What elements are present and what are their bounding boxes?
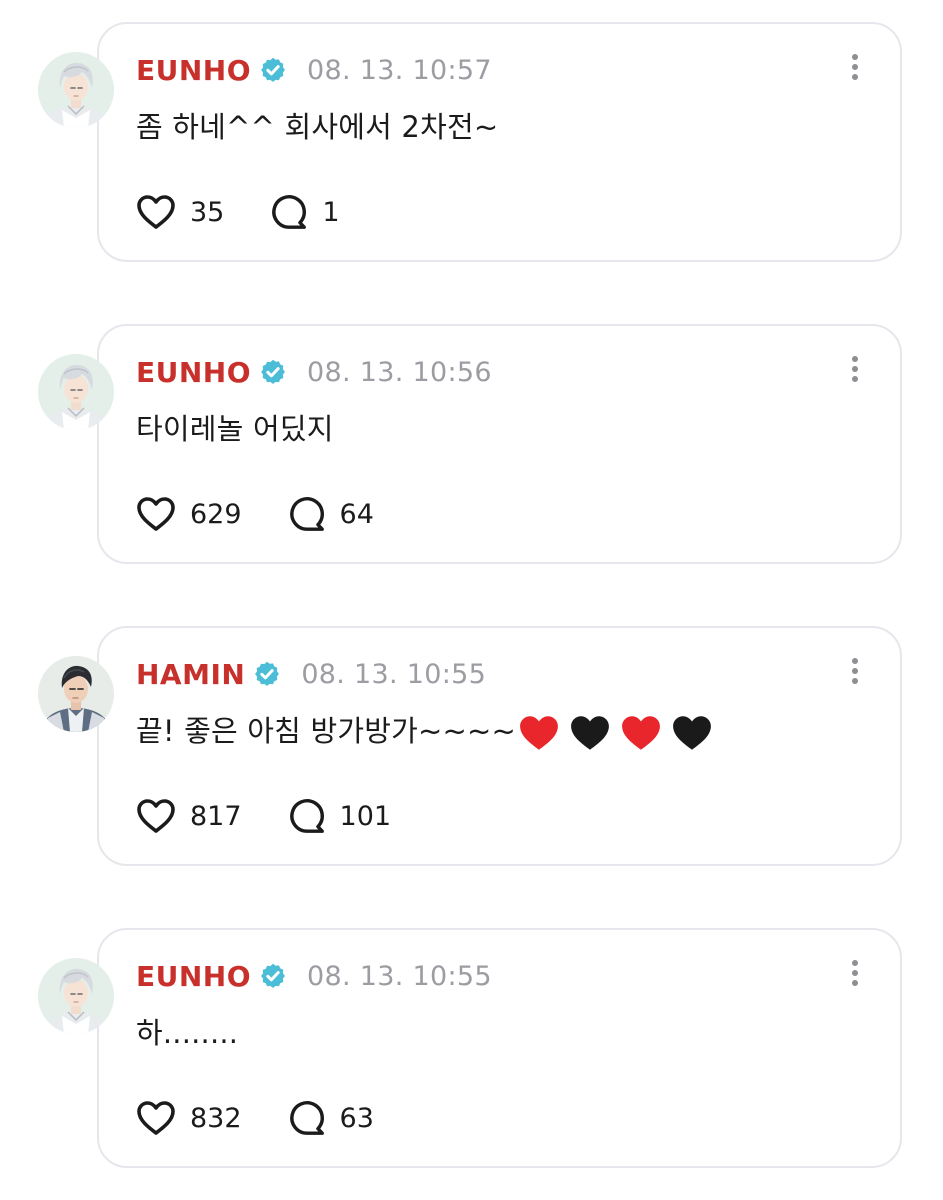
post-header: EUNHO 08. 13. 10:55 bbox=[136, 956, 492, 996]
verified-badge-icon bbox=[259, 56, 287, 84]
post-actions: 817 101 bbox=[136, 794, 391, 838]
more-vertical-icon-dot bbox=[852, 54, 858, 60]
like-button[interactable]: 817 bbox=[136, 798, 242, 834]
post-text: 좀 하네^^ 회사에서 2차전~ bbox=[136, 110, 499, 144]
post-card[interactable]: EUNHO 08. 13. 10:57 좀 하네^^ 회사에서 2차전~ 35 bbox=[97, 22, 902, 262]
more-vertical-icon-dot bbox=[852, 376, 858, 382]
post-card[interactable]: EUNHO 08. 13. 10:55 하........ 832 63 bbox=[97, 928, 902, 1168]
post-actions: 832 63 bbox=[136, 1096, 374, 1140]
comment-count: 64 bbox=[339, 498, 374, 530]
post-text: 타이레놀 어딨지 bbox=[136, 412, 334, 446]
post-actions: 629 64 bbox=[136, 492, 374, 536]
post-header: HAMIN 08. 13. 10:55 bbox=[136, 654, 486, 694]
comment-bubble-icon bbox=[288, 797, 326, 835]
post-item: EUNHO 08. 13. 10:55 하........ 832 63 bbox=[0, 928, 943, 1170]
comment-button[interactable]: 1 bbox=[270, 193, 340, 231]
author-name[interactable]: HAMIN bbox=[136, 658, 245, 691]
more-options-button[interactable] bbox=[848, 658, 862, 690]
black-heart-emoji-icon bbox=[671, 714, 713, 752]
heart-outline-icon bbox=[136, 798, 176, 834]
post-actions: 35 1 bbox=[136, 190, 340, 234]
post-text-line: 하........ bbox=[136, 1010, 238, 1052]
author-avatar[interactable] bbox=[38, 52, 114, 128]
post-item: EUNHO 08. 13. 10:56 타이레놀 어딨지 629 64 bbox=[0, 324, 943, 566]
heart-outline-icon bbox=[136, 1100, 176, 1136]
post-card[interactable]: EUNHO 08. 13. 10:56 타이레놀 어딨지 629 64 bbox=[97, 324, 902, 564]
verified-badge-icon bbox=[259, 358, 287, 386]
more-vertical-icon-dot bbox=[852, 74, 858, 80]
author-avatar[interactable] bbox=[38, 656, 114, 732]
post-card[interactable]: HAMIN 08. 13. 10:55 끝! 좋은 아침 방가방가~~~~ 81… bbox=[97, 626, 902, 866]
more-vertical-icon-dot bbox=[852, 64, 858, 70]
more-vertical-icon-dot bbox=[852, 356, 858, 362]
post-timestamp: 08. 13. 10:57 bbox=[307, 54, 492, 86]
heart-outline-icon bbox=[136, 194, 176, 230]
post-feed: EUNHO 08. 13. 10:57 좀 하네^^ 회사에서 2차전~ 35 bbox=[0, 0, 943, 1200]
emoji-group bbox=[518, 714, 722, 752]
post-text-line: 타이레놀 어딨지 bbox=[136, 406, 334, 448]
author-name[interactable]: EUNHO bbox=[136, 54, 251, 87]
avatar-image bbox=[38, 656, 114, 732]
more-vertical-icon-dot bbox=[852, 366, 858, 372]
post-text: 끝! 좋은 아침 방가방가~~~~ bbox=[136, 714, 516, 748]
comment-bubble-icon bbox=[270, 193, 308, 231]
red-heart-emoji-icon bbox=[620, 714, 662, 752]
more-vertical-icon-dot bbox=[852, 980, 858, 986]
comment-bubble-icon bbox=[288, 495, 326, 533]
post-timestamp: 08. 13. 10:56 bbox=[307, 356, 492, 388]
black-heart-emoji-icon bbox=[569, 714, 611, 752]
more-vertical-icon-dot bbox=[852, 678, 858, 684]
post-timestamp: 08. 13. 10:55 bbox=[307, 960, 492, 992]
more-vertical-icon-dot bbox=[852, 668, 858, 674]
avatar-image bbox=[38, 958, 114, 1034]
heart-outline-icon bbox=[136, 496, 176, 532]
like-button[interactable]: 832 bbox=[136, 1100, 242, 1136]
post-item: EUNHO 08. 13. 10:57 좀 하네^^ 회사에서 2차전~ 35 bbox=[0, 22, 943, 264]
author-name[interactable]: EUNHO bbox=[136, 356, 251, 389]
post-text-line: 끝! 좋은 아침 방가방가~~~~ bbox=[136, 708, 722, 752]
avatar-image bbox=[38, 52, 114, 128]
comment-count: 1 bbox=[322, 196, 340, 228]
like-count: 35 bbox=[190, 196, 225, 228]
verified-badge-icon bbox=[259, 962, 287, 990]
comment-bubble-icon bbox=[288, 1099, 326, 1137]
comment-count: 63 bbox=[339, 1102, 374, 1134]
more-vertical-icon-dot bbox=[852, 658, 858, 664]
post-header: EUNHO 08. 13. 10:56 bbox=[136, 352, 492, 392]
post-header: EUNHO 08. 13. 10:57 bbox=[136, 50, 492, 90]
post-text: 하........ bbox=[136, 1016, 239, 1050]
author-name[interactable]: EUNHO bbox=[136, 960, 251, 993]
like-button[interactable]: 629 bbox=[136, 496, 242, 532]
avatar-image bbox=[38, 354, 114, 430]
author-avatar[interactable] bbox=[38, 354, 114, 430]
like-count: 832 bbox=[190, 1102, 242, 1134]
author-avatar[interactable] bbox=[38, 958, 114, 1034]
more-options-button[interactable] bbox=[848, 356, 862, 388]
comment-button[interactable]: 64 bbox=[288, 495, 374, 533]
more-vertical-icon-dot bbox=[852, 960, 858, 966]
verified-badge-icon bbox=[253, 660, 281, 688]
like-button[interactable]: 35 bbox=[136, 194, 224, 230]
post-text-line: 좀 하네^^ 회사에서 2차전~ bbox=[136, 104, 498, 146]
comment-count: 101 bbox=[339, 800, 392, 832]
more-options-button[interactable] bbox=[848, 960, 862, 992]
more-options-button[interactable] bbox=[848, 54, 862, 86]
post-item: HAMIN 08. 13. 10:55 끝! 좋은 아침 방가방가~~~~ 81… bbox=[0, 626, 943, 868]
comment-button[interactable]: 63 bbox=[288, 1099, 374, 1137]
more-vertical-icon-dot bbox=[852, 970, 858, 976]
red-heart-emoji-icon bbox=[518, 714, 560, 752]
like-count: 629 bbox=[190, 498, 242, 530]
post-timestamp: 08. 13. 10:55 bbox=[301, 658, 487, 690]
like-count: 817 bbox=[190, 800, 242, 832]
comment-button[interactable]: 101 bbox=[288, 797, 392, 835]
